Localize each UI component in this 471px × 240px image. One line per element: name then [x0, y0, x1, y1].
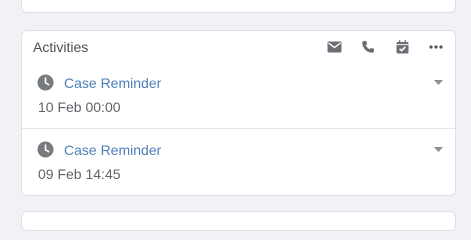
activities-toolbar: [311, 37, 447, 57]
next-panel: [21, 211, 456, 231]
activities-panel: Activities Case Reminder 10 Feb 00:00 Ca…: [21, 30, 456, 196]
activity-date: 09 Feb 14:45: [38, 166, 121, 182]
activity-item: Case Reminder 09 Feb 14:45: [22, 130, 455, 196]
divider: [22, 128, 455, 129]
email-icon[interactable]: [323, 37, 345, 57]
previous-panel: [21, 0, 456, 13]
activity-item: Case Reminder 10 Feb 00:00: [22, 63, 455, 129]
chevron-down-icon[interactable]: [432, 144, 444, 154]
clock-icon: [37, 141, 54, 158]
chevron-down-icon[interactable]: [432, 77, 444, 87]
phone-icon[interactable]: [357, 37, 379, 57]
activity-title-link[interactable]: Case Reminder: [64, 74, 161, 92]
activity-date: 10 Feb 00:00: [38, 99, 121, 115]
activity-title-link[interactable]: Case Reminder: [64, 141, 161, 159]
more-icon[interactable]: [425, 37, 447, 57]
calendar-check-icon[interactable]: [391, 37, 413, 57]
panel-title: Activities: [33, 39, 89, 55]
clock-icon: [37, 74, 54, 91]
